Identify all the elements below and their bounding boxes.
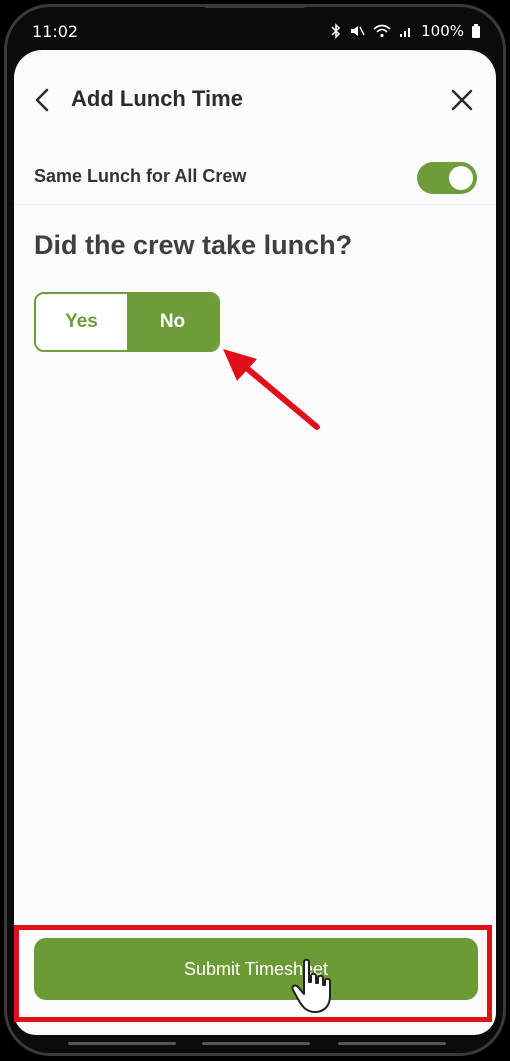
- toggle-knob: [449, 166, 473, 190]
- page-title: Add Lunch Time: [71, 86, 243, 111]
- nav-bar-segment: [338, 1042, 446, 1045]
- annotation-highlight-box: [14, 925, 492, 1022]
- status-bar: 11:02 100%: [14, 14, 496, 50]
- back-button[interactable]: [30, 84, 54, 116]
- status-time: 11:02: [32, 22, 79, 41]
- header: Add Lunch Time: [14, 50, 496, 150]
- mute-icon: [349, 23, 365, 39]
- back-icon: [35, 88, 49, 112]
- system-icons: 100%: [331, 22, 480, 40]
- nav-bar-segment: [202, 1042, 310, 1045]
- lunch-answer-selector: Yes No: [34, 292, 220, 352]
- no-option[interactable]: No: [127, 294, 218, 350]
- same-lunch-toggle[interactable]: [417, 162, 477, 194]
- same-lunch-row: Same Lunch for All Crew: [14, 154, 496, 205]
- signal-icon: [399, 24, 413, 38]
- close-button[interactable]: [448, 86, 476, 114]
- wifi-icon: [373, 24, 391, 38]
- bottom-system-bar: [0, 1040, 510, 1048]
- app-screen: Add Lunch Time Same Lunch for All Crew D…: [14, 50, 496, 1035]
- phone-top-bar: [205, 5, 305, 8]
- nav-bar-segment: [68, 1042, 176, 1045]
- battery-level: 100%: [421, 22, 464, 40]
- close-icon: [451, 89, 473, 111]
- lunch-question: Did the crew take lunch?: [34, 230, 353, 260]
- bluetooth-icon: [331, 23, 341, 39]
- yes-option[interactable]: Yes: [36, 294, 127, 350]
- annotation-arrow: [223, 349, 320, 430]
- same-lunch-label: Same Lunch for All Crew: [34, 166, 247, 186]
- battery-icon: [472, 24, 480, 38]
- phone: 11:02 100% Add Lunch Time Same Lunch for…: [0, 0, 510, 1061]
- hand-pointer-icon: [291, 958, 331, 1013]
